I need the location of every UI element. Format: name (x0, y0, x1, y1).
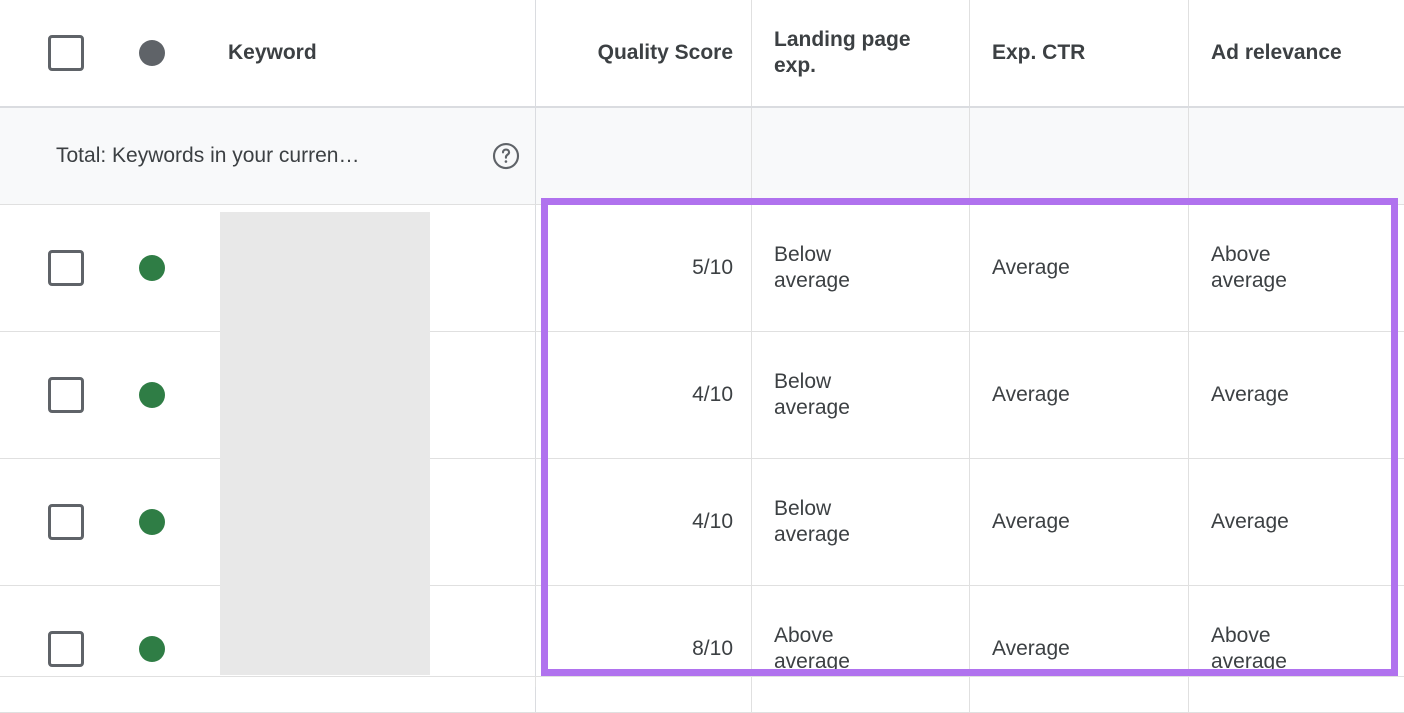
row-cell-exp-ctr: Average (970, 459, 1189, 585)
row-select-checkbox[interactable] (48, 631, 84, 667)
header-cell-keyword[interactable]: Keyword (0, 0, 536, 106)
row-cell-exp-ctr: Average (970, 205, 1189, 331)
row-cell-exp-ctr-value: Average (992, 510, 1070, 534)
row-cell-landing-page-exp-value: Below average (774, 243, 850, 292)
row-select-checkbox[interactable] (48, 377, 84, 413)
header-label-ad-relevance: Ad relevance (1211, 41, 1342, 65)
totals-label: Total: Keywords in your curren… (56, 144, 360, 167)
row-select-checkbox[interactable] (48, 250, 84, 286)
keywords-table: Keyword Quality Score Landing page exp. … (0, 0, 1404, 713)
keyword-quality-score-table-screenshot: Keyword Quality Score Landing page exp. … (0, 0, 1404, 713)
row-cell-keyword[interactable] (0, 332, 536, 458)
row-cell-ad-relevance: Average (1189, 332, 1404, 458)
row-cell-landing-page-exp: Below average (752, 205, 970, 331)
row-cell-keyword[interactable] (0, 205, 536, 331)
totals-cell-quality-score (536, 108, 752, 204)
row-cell-exp-ctr: Average (970, 586, 1189, 712)
header-cell-landing-page-exp[interactable]: Landing page exp. (752, 0, 970, 106)
table-row[interactable]: 4/10 Below average Average Average (0, 459, 1404, 586)
row-cell-quality-score: 8/10 (536, 586, 752, 712)
totals-cell-exp-ctr (970, 108, 1189, 204)
row-cell-landing-page-exp: Below average (752, 459, 970, 585)
header-label-exp-ctr: Exp. CTR (992, 41, 1086, 65)
row-cell-landing-page-exp-value: Below average (774, 497, 850, 546)
totals-cell-landing-page-exp (752, 108, 970, 204)
header-label-landing-page-exp: Landing page exp. (774, 28, 911, 77)
row-select-checkbox[interactable] (48, 504, 84, 540)
status-dot-icon (139, 382, 165, 408)
row-cell-ad-relevance-value: Average (1211, 383, 1289, 407)
row-cell-landing-page-exp-value: Below average (774, 370, 850, 419)
row-cell-exp-ctr-value: Average (992, 256, 1070, 280)
row-cell-landing-page-exp-value: Above average (774, 624, 850, 673)
status-dot-icon (139, 255, 165, 281)
select-all-checkbox[interactable] (48, 35, 84, 71)
status-dot-icon (139, 636, 165, 662)
row-cell-quality-score: 4/10 (536, 459, 752, 585)
help-circle-icon[interactable] (491, 141, 521, 171)
row-cell-quality-score-value: 5/10 (692, 256, 733, 280)
row-cell-ad-relevance: Above average (1189, 586, 1404, 712)
row-cell-quality-score: 4/10 (536, 332, 752, 458)
row-cell-keyword[interactable] (0, 459, 536, 585)
status-column-header-dot-icon (139, 40, 165, 66)
row-cell-ad-relevance: Average (1189, 459, 1404, 585)
table-body: 5/10 Below average Average Above average 4/1… (0, 205, 1404, 713)
row-cell-exp-ctr: Average (970, 332, 1189, 458)
header-cell-ad-relevance[interactable]: Ad relevance (1189, 0, 1404, 106)
header-label-keyword: Keyword (228, 41, 317, 65)
row-cell-landing-page-exp: Below average (752, 332, 970, 458)
header-cell-exp-ctr[interactable]: Exp. CTR (970, 0, 1189, 106)
totals-cell-ad-relevance (1189, 108, 1404, 204)
row-cell-quality-score-value: 4/10 (692, 383, 733, 407)
totals-cell-label: Total: Keywords in your curren… (0, 108, 536, 204)
row-cell-keyword[interactable] (0, 586, 536, 712)
partial-next-row (0, 676, 1404, 687)
header-label-quality-score: Quality Score (597, 41, 733, 65)
row-cell-ad-relevance-value: Above average (1211, 243, 1287, 292)
row-cell-landing-page-exp: Above average (752, 586, 970, 712)
row-cell-ad-relevance-value: Above average (1211, 624, 1287, 673)
header-cell-quality-score[interactable]: Quality Score (536, 0, 752, 106)
row-cell-quality-score-value: 8/10 (692, 637, 733, 661)
table-header-row: Keyword Quality Score Landing page exp. … (0, 0, 1404, 108)
row-cell-exp-ctr-value: Average (992, 637, 1070, 661)
row-cell-exp-ctr-value: Average (992, 383, 1070, 407)
row-cell-quality-score-value: 4/10 (692, 510, 733, 534)
table-row[interactable]: 4/10 Below average Average Average (0, 332, 1404, 459)
table-row[interactable]: 8/10 Above average Average Above average (0, 586, 1404, 713)
row-cell-ad-relevance: Above average (1189, 205, 1404, 331)
row-cell-quality-score: 5/10 (536, 205, 752, 331)
table-row[interactable]: 5/10 Below average Average Above average (0, 205, 1404, 332)
row-cell-ad-relevance-value: Average (1211, 510, 1289, 534)
status-dot-icon (139, 509, 165, 535)
totals-row: Total: Keywords in your curren… (0, 108, 1404, 205)
